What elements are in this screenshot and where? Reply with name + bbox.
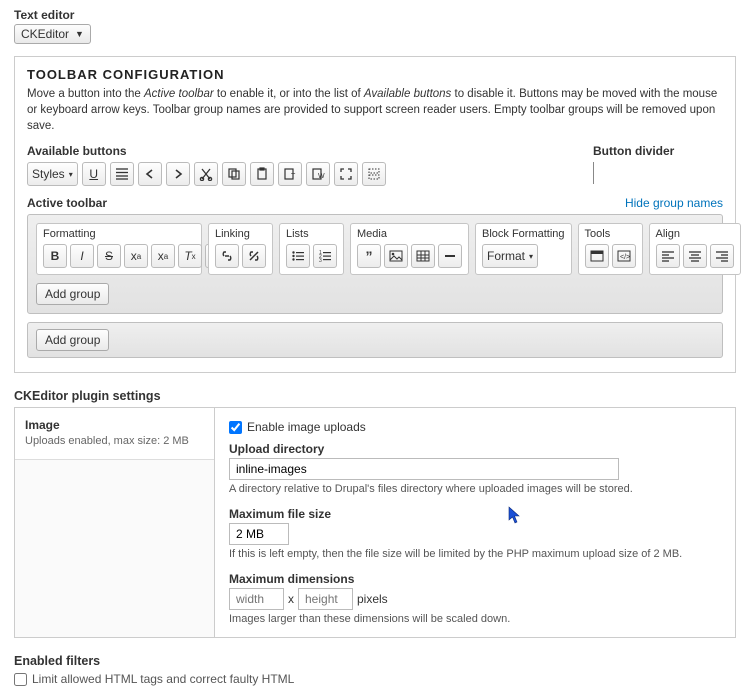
underline-button[interactable]: U (82, 162, 106, 186)
tab-image[interactable]: Image Uploads enabled, max size: 2 MB (15, 408, 214, 459)
chevron-down-icon: ▼ (75, 29, 84, 39)
svg-text:3: 3 (319, 258, 322, 262)
group-linking[interactable]: Linking (208, 223, 273, 275)
redo-button[interactable] (166, 162, 190, 186)
bold-button[interactable]: B (43, 244, 67, 268)
align-left-button[interactable] (656, 244, 680, 268)
available-buttons-row: Styles ▾ U T (27, 162, 386, 186)
remove-format-button[interactable]: Tx (178, 244, 202, 268)
svg-text:T: T (291, 173, 296, 180)
blockquote-button[interactable]: ” (357, 244, 381, 268)
secondary-toolbar-row: Add group (27, 322, 723, 358)
plugin-settings-title: CKEditor plugin settings (14, 389, 736, 403)
max-file-size-input[interactable] (229, 523, 289, 545)
dimension-separator: x (288, 592, 294, 606)
show-blocks-button[interactable] (362, 162, 386, 186)
table-button[interactable] (411, 244, 435, 268)
enable-uploads-label: Enable image uploads (247, 420, 366, 434)
hide-group-names-link[interactable]: Hide group names (625, 196, 723, 210)
group-block-formatting[interactable]: Block Formatting Format ▾ (475, 223, 572, 275)
undo-button[interactable] (138, 162, 162, 186)
limit-html-checkbox[interactable] (14, 673, 27, 686)
height-input[interactable] (298, 588, 353, 610)
bullet-list-button[interactable] (286, 244, 310, 268)
add-group-button[interactable]: Add group (36, 283, 109, 305)
toolbar-config-title: TOOLBAR CONFIGURATION (27, 67, 723, 82)
group-media[interactable]: Media ” (350, 223, 469, 275)
toolbar-config-desc: Move a button into the Active toolbar to… (27, 86, 723, 134)
button-divider[interactable] (593, 162, 594, 184)
available-buttons-label: Available buttons (27, 144, 127, 158)
numbered-list-button[interactable]: 123 (313, 244, 337, 268)
justify-button[interactable] (110, 162, 134, 186)
align-center-button[interactable] (683, 244, 707, 268)
align-right-button[interactable] (710, 244, 734, 268)
enable-uploads-checkbox[interactable] (229, 421, 242, 434)
upload-directory-hint: A directory relative to Drupal's files d… (229, 483, 721, 495)
source-button[interactable] (585, 244, 609, 268)
active-toolbar-label: Active toolbar (27, 196, 107, 210)
max-file-size-label: Maximum file size (229, 507, 721, 521)
button-divider-label: Button divider (593, 144, 723, 158)
chevron-down-icon: ▾ (69, 170, 73, 179)
group-tools[interactable]: Tools </> (578, 223, 643, 275)
active-toolbar-box: Formatting B I S xa xa Tx Ω Linking (27, 214, 723, 314)
limit-html-label: Limit allowed HTML tags and correct faul… (32, 672, 294, 686)
group-lists[interactable]: Lists 123 (279, 223, 344, 275)
pixels-label: pixels (357, 592, 388, 606)
chevron-down-icon: ▾ (529, 252, 533, 261)
plugin-settings-panel: Image Uploads enabled, max size: 2 MB En… (14, 407, 736, 638)
cut-button[interactable] (194, 162, 218, 186)
paste-button[interactable] (250, 162, 274, 186)
italic-button[interactable]: I (70, 244, 94, 268)
unlink-button[interactable] (242, 244, 266, 268)
hr-button[interactable] (438, 244, 462, 268)
add-group-button[interactable]: Add group (36, 329, 109, 351)
source-code-button[interactable]: </> (612, 244, 636, 268)
format-dropdown[interactable]: Format ▾ (482, 244, 538, 268)
copy-button[interactable] (222, 162, 246, 186)
superscript-button[interactable]: xa (124, 244, 148, 268)
group-formatting[interactable]: Formatting B I S xa xa Tx Ω (36, 223, 202, 275)
toolbar-config-panel: TOOLBAR CONFIGURATION Move a button into… (14, 56, 736, 373)
link-button[interactable] (215, 244, 239, 268)
styles-button[interactable]: Styles ▾ (27, 162, 78, 186)
max-dimensions-hint: Images larger than these dimensions will… (229, 613, 721, 625)
svg-text:W: W (318, 173, 325, 180)
group-align[interactable]: Align (649, 223, 741, 275)
subscript-button[interactable]: xa (151, 244, 175, 268)
plugin-tabs-sidebar: Image Uploads enabled, max size: 2 MB (15, 408, 215, 637)
text-editor-label: Text editor (14, 8, 736, 22)
enabled-filters-title: Enabled filters (14, 654, 736, 668)
text-editor-select[interactable]: CKEditor ▼ (14, 24, 91, 44)
text-editor-value: CKEditor (21, 27, 69, 41)
strike-button[interactable]: S (97, 244, 121, 268)
maximize-button[interactable] (334, 162, 358, 186)
upload-directory-label: Upload directory (229, 442, 721, 456)
paste-word-button[interactable]: W (306, 162, 330, 186)
upload-directory-input[interactable] (229, 458, 619, 480)
image-button[interactable] (384, 244, 408, 268)
paste-text-button[interactable]: T (278, 162, 302, 186)
width-input[interactable] (229, 588, 284, 610)
plugin-tab-content: Enable image uploads Upload directory A … (215, 408, 735, 637)
svg-text:</>: </> (620, 254, 630, 261)
max-file-size-hint: If this is left empty, then the file siz… (229, 548, 721, 560)
max-dimensions-label: Maximum dimensions (229, 572, 721, 586)
